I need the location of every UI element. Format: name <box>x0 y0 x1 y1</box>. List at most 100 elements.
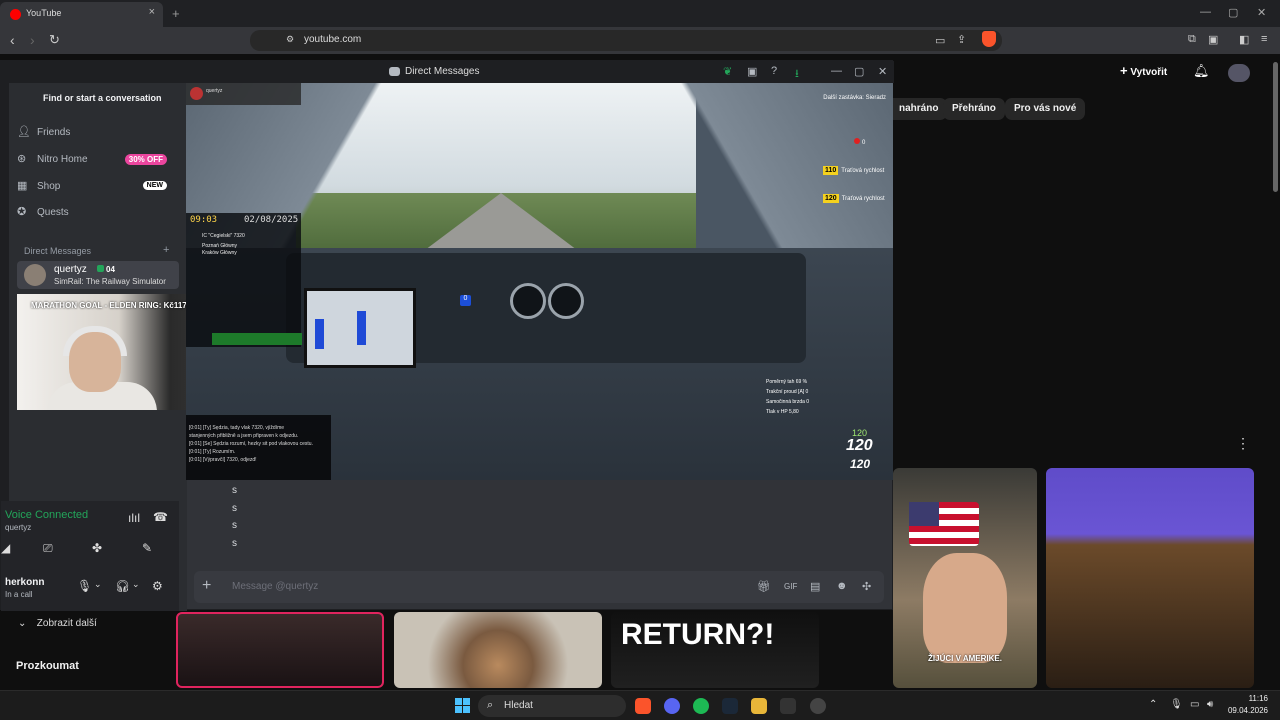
window-close-button[interactable]: ✕ <box>1257 6 1266 19</box>
voice-activity-icon[interactable]: ılıl <box>128 511 140 525</box>
schedule-panel: 09:03 02/08/2025 IC "Cegielski" 7320 Poz… <box>186 213 301 347</box>
filter-chip[interactable]: Pro vás nové <box>1005 98 1086 120</box>
dm-item-quertyz[interactable]: quertyz 04 SimRail: The Railway Simulato… <box>17 261 179 289</box>
short-thumbnail[interactable] <box>1046 468 1254 688</box>
browser-tab-youtube[interactable]: YouTube × <box>0 2 163 27</box>
brave-shield-icon[interactable] <box>982 31 996 47</box>
network-icon[interactable]: ▭ <box>1190 699 1199 710</box>
plus-icon: + <box>1120 63 1128 78</box>
soundboard-icon[interactable]: ✎ <box>142 541 152 555</box>
message-composer[interactable]: + Message @quertyz 🎁︎ GIF ▤ ☻ ✣ <box>194 571 884 603</box>
close-icon[interactable]: ✕ <box>878 65 887 78</box>
arrival-station: Kraków Główny <box>202 250 237 256</box>
clock-date[interactable]: 09.04.2026 <box>1222 706 1268 715</box>
new-tab-button[interactable]: + <box>172 6 180 21</box>
start-windows-icon[interactable] <box>455 698 470 713</box>
nav-shop[interactable]: ▦ Shop NEW <box>17 175 175 199</box>
tray-chevron-up-icon[interactable]: ⌃ <box>1149 699 1157 710</box>
headphones-icon[interactable]: 🎧︎ <box>115 579 130 593</box>
scrollbar-thumb[interactable] <box>1273 62 1278 192</box>
download-icon[interactable]: ⭳ <box>795 65 799 84</box>
gift-icon[interactable]: 🎁︎ <box>757 580 771 593</box>
forward-icon[interactable]: › <box>30 32 35 48</box>
site-info-icon[interactable]: ⚙ <box>286 34 294 45</box>
maximize-icon[interactable]: ▢ <box>854 65 864 78</box>
create-button[interactable]: + Vytvořit <box>1120 63 1167 78</box>
nitro-leaf-icon[interactable]: ❦ <box>723 65 732 78</box>
filter-chip[interactable]: Přehráno <box>943 98 1005 120</box>
camera-icon[interactable]: ◢ <box>1 541 10 555</box>
nav-quests[interactable]: ✪ Quests <box>17 201 175 225</box>
screen-share-icon[interactable]: ▣ <box>747 65 757 78</box>
clock-time[interactable]: 11:16 <box>1236 694 1268 703</box>
stream-view[interactable]: 0 quertyz Další zastávka: Sieradz 0 110 T… <box>186 83 893 480</box>
settings-gear-icon[interactable]: ⚙ <box>152 579 163 593</box>
filter-chip[interactable]: nahráno <box>890 98 948 120</box>
account-avatar[interactable] <box>1228 64 1250 82</box>
microphone-icon[interactable]: 🎙︎ <box>77 579 92 593</box>
address-bar[interactable]: ⚙ youtube.com ▭ ⇪ <box>250 30 1002 51</box>
minimize-icon[interactable]: — <box>831 65 842 77</box>
video-thumbnail[interactable] <box>176 612 384 688</box>
chat-line: stanjenných přibližně a jsem připraven k… <box>189 433 299 439</box>
chevron-down-icon[interactable]: ⌄ <box>132 579 140 590</box>
share-icon[interactable]: ⇪ <box>957 33 966 46</box>
screen-share-icon[interactable]: ⎚ <box>43 541 53 556</box>
activities-icon[interactable]: ✤ <box>92 541 102 555</box>
message: s <box>232 537 237 549</box>
chevron-down-icon[interactable]: ⌄ <box>94 579 102 590</box>
window-maximize-button[interactable]: ▢ <box>1228 6 1238 19</box>
reload-icon[interactable]: ↻ <box>49 32 60 48</box>
voice-channel-name[interactable]: quertyz <box>5 523 31 532</box>
apps-icon[interactable]: ✣ <box>862 580 871 593</box>
discord-window-title: Direct Messages <box>405 66 480 77</box>
extensions-icon[interactable]: ⧉ <box>1188 33 1196 46</box>
nav-nitro-home[interactable]: ⊛ Nitro Home 30% OFF <box>17 148 175 172</box>
volume-icon[interactable]: 🔊︎ <box>1207 699 1213 710</box>
streamer-badge: quertyz <box>186 83 301 105</box>
browser-tab-bar: YouTube × + — ▢ ✕ <box>0 0 1280 27</box>
file-explorer-icon[interactable] <box>751 698 767 714</box>
nav-friends[interactable]: 👤︎ Friends <box>17 121 175 145</box>
nav-label: Friends <box>37 127 71 138</box>
create-label: Vytvořit <box>1130 67 1168 78</box>
video-thumbnail[interactable] <box>394 612 602 688</box>
show-more-button[interactable]: ⌄ Zobrazit další <box>18 618 97 629</box>
create-dm-icon[interactable]: + <box>163 244 169 256</box>
microphone-icon[interactable]: 🎙︎ <box>1170 699 1183 710</box>
app-icon[interactable] <box>780 698 796 714</box>
brave-browser-icon[interactable] <box>635 698 651 714</box>
gif-icon[interactable]: GIF <box>784 582 797 591</box>
spotify-icon[interactable] <box>693 698 709 714</box>
attach-plus-icon[interactable]: + <box>202 577 211 595</box>
sidebar-icon[interactable]: ◧ <box>1239 33 1249 46</box>
emoji-icon[interactable]: ☻ <box>836 580 848 592</box>
steam-icon[interactable] <box>722 698 738 714</box>
train-name: IC "Cegielski" 7320 <box>202 233 245 239</box>
app-icon[interactable] <box>810 698 826 714</box>
page-scrollbar[interactable] <box>1271 54 1280 690</box>
discord-icon[interactable] <box>664 698 680 714</box>
help-icon[interactable]: ? <box>771 65 777 77</box>
departure-station: Poznań Główny <box>202 243 238 249</box>
notifications-bell-icon[interactable]: 🔔︎ <box>1193 63 1210 79</box>
voice-connected-label[interactable]: Voice Connected <box>5 509 88 521</box>
thumbnail-title-text: RETURN?! <box>621 618 775 651</box>
more-options-icon[interactable]: ⋮ <box>1236 435 1250 452</box>
back-icon[interactable]: ‹ <box>10 32 15 48</box>
taskbar-search[interactable]: ⌕ Hledat <box>478 695 626 717</box>
menu-icon[interactable]: ≡ <box>1261 33 1267 45</box>
conversation-search[interactable]: Find or start a conversation <box>19 87 179 111</box>
current-username[interactable]: herkonn <box>5 577 44 588</box>
quests-icon: ✪ <box>17 206 27 218</box>
sticker-icon[interactable]: ▤ <box>810 580 820 593</box>
window-minimize-button[interactable]: — <box>1200 6 1211 18</box>
wallet-icon[interactable]: ▣ <box>1208 33 1218 46</box>
short-thumbnail[interactable]: ŽIJÚCI V AMERIKE. <box>893 468 1037 688</box>
video-thumbnail[interactable]: RETURN?! <box>611 612 819 688</box>
cast-icon[interactable]: ▭ <box>935 34 945 47</box>
chat-line: [0:01] [Ty] Rozumím. <box>189 449 236 455</box>
disconnect-icon[interactable]: ☎ <box>153 510 168 524</box>
tab-close-icon[interactable]: × <box>149 6 155 18</box>
pressure-gauge <box>510 283 546 319</box>
